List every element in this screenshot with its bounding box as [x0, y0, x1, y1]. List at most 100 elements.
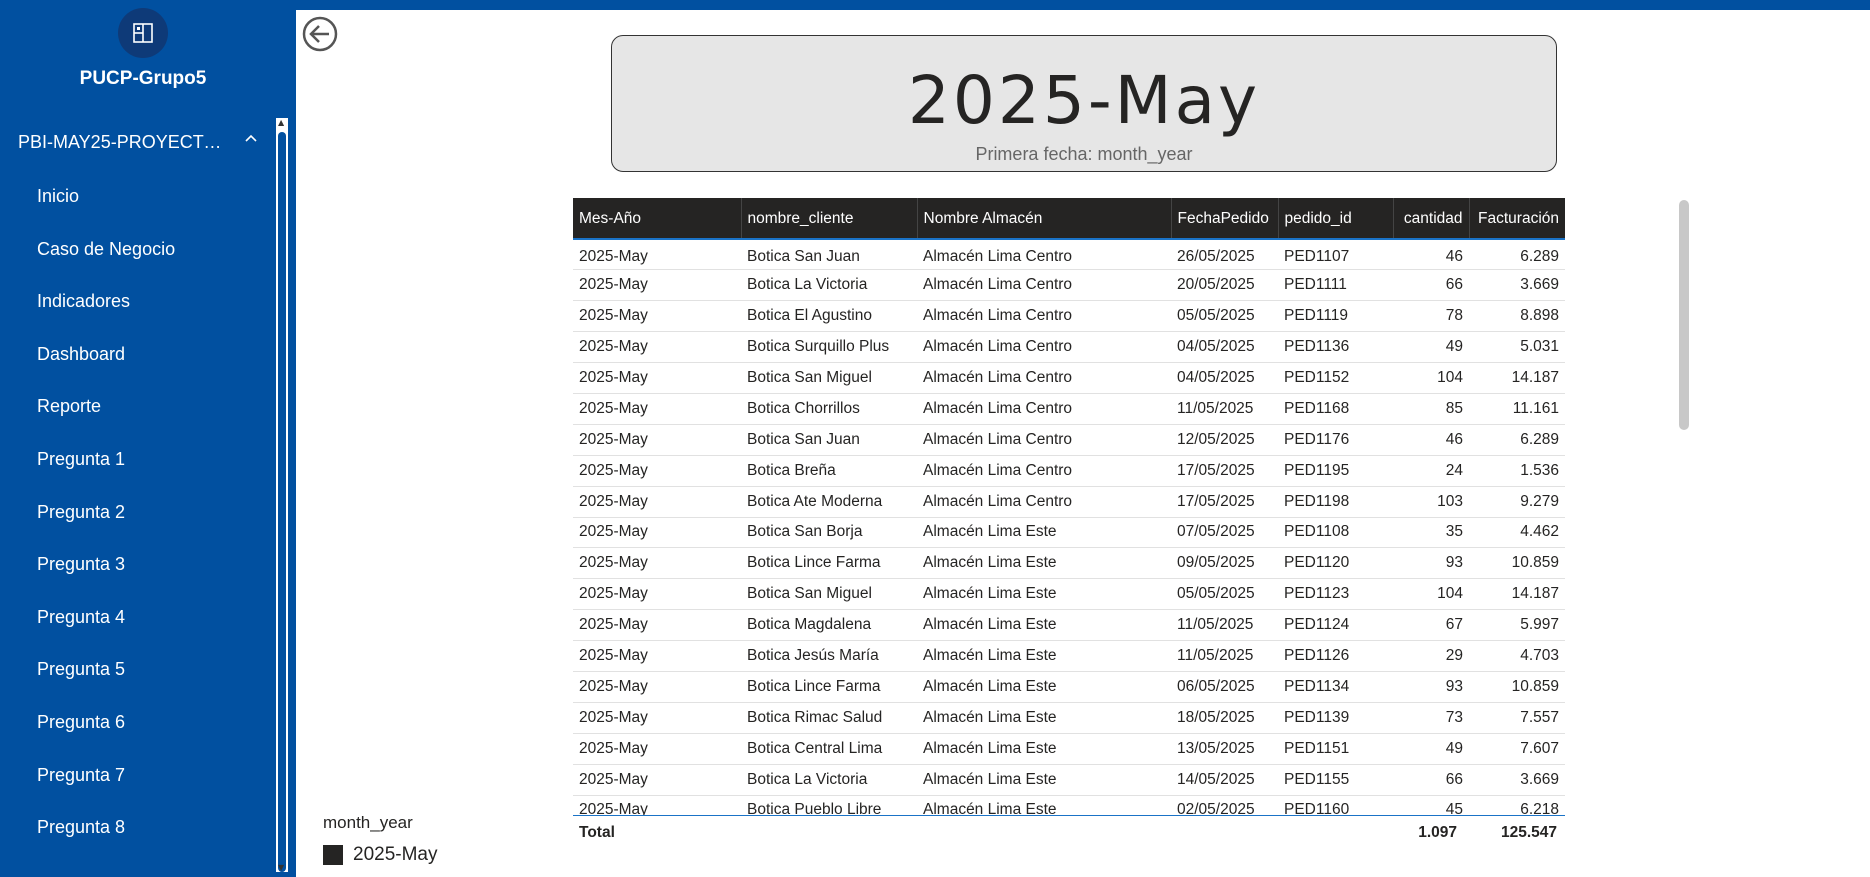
sidebar-item-pregunta-5[interactable]: Pregunta 5: [0, 643, 276, 696]
table-cell: Botica Magdalena: [747, 616, 872, 634]
sidebar-item-caso-de-negocio[interactable]: Caso de Negocio: [0, 223, 276, 276]
table-cell: 7.557: [1520, 708, 1559, 726]
column-header[interactable]: cantidad: [1393, 198, 1470, 239]
back-arrow-icon[interactable]: [302, 16, 338, 52]
chevron-up-icon[interactable]: [244, 131, 258, 147]
table-cell: 14.187: [1511, 585, 1559, 603]
sidebar-scrollbar[interactable]: ▲ ▼: [276, 118, 288, 872]
table-row[interactable]: 2025-May Botica Central Lima Almacén Lima …: [573, 733, 1565, 765]
table-cell: 46: [1445, 430, 1463, 448]
table-cell: 2025-May: [579, 248, 648, 266]
sidebar-item-pregunta-3[interactable]: Pregunta 3: [0, 538, 276, 591]
table-cell: 26/05/2025: [1177, 248, 1255, 266]
workspace-icon[interactable]: [118, 8, 168, 58]
table-cell: PED1111: [1284, 276, 1347, 294]
table-cell: 2025-May: [579, 307, 648, 325]
table-cell: Almacén Lima Este: [923, 554, 1057, 572]
table-cell: 04/05/2025: [1177, 369, 1255, 386]
total-label: Total: [579, 824, 615, 841]
table-cell: PED1198: [1284, 492, 1350, 510]
table-row[interactable]: 2025-May Botica Lince Farma Almacén Lima E…: [573, 671, 1565, 703]
sidebar-item-pregunta-4[interactable]: Pregunta 4: [0, 591, 276, 644]
table-scrollbar[interactable]: [1679, 200, 1689, 430]
table-cell: 3.669: [1520, 276, 1559, 294]
table-cell: PED1155: [1284, 770, 1350, 788]
table-row[interactable]: 2025-May Botica El Agustino Almacén Lima C…: [573, 301, 1565, 332]
table-row[interactable]: 2025-May Botica Chorrillos Almacén Lima Ce…: [573, 393, 1565, 425]
table-row[interactable]: 2025-May Botica La Victoria Almacén Lima C…: [573, 270, 1565, 301]
table-row[interactable]: 2025-May Botica Rimac Salud Almacén Lima E…: [573, 702, 1565, 734]
scroll-down-icon[interactable]: ▼: [278, 863, 284, 872]
table-cell: Almacén Lima Centro: [923, 276, 1073, 294]
sidebar-item-pregunta-7[interactable]: Pregunta 7: [0, 749, 276, 802]
table-cell: 104: [1437, 369, 1463, 386]
table-cell: Almacén Lima Este: [923, 739, 1057, 757]
table-cell: 2025-May: [579, 770, 648, 788]
table-cell: PED1107: [1284, 248, 1350, 266]
table-row[interactable]: 2025-May Botica Surquillo Plus Almacén Lim…: [573, 332, 1565, 363]
table-cell: 2025-May: [579, 616, 648, 634]
table-row[interactable]: 2025-May Botica Lince Farma Almacén Lima E…: [573, 548, 1565, 579]
table-cell: 6.289: [1520, 430, 1559, 448]
table-cell: 2025-May: [579, 554, 648, 572]
table-cell: Almacén Lima Este: [923, 647, 1057, 665]
column-header[interactable]: Mes-Año: [573, 198, 742, 239]
sidebar-item-pregunta-2[interactable]: Pregunta 2: [0, 486, 276, 539]
table-cell: PED1123: [1284, 585, 1350, 603]
app-title[interactable]: PBI-MAY25-PROYECTO-FINAL: [18, 132, 230, 153]
column-header[interactable]: FechaPedido: [1171, 198, 1279, 239]
scroll-up-icon[interactable]: ▲: [278, 118, 284, 127]
table-cell: 2025-May: [579, 276, 648, 294]
table-cell: 17/05/2025: [1177, 492, 1255, 510]
table-cell: PED1168: [1284, 399, 1350, 417]
table-cell: 09/05/2025: [1177, 554, 1255, 572]
card-value: 2025-May: [907, 62, 1261, 139]
sidebar-item-reporte[interactable]: Reporte: [0, 380, 276, 433]
sidebar-item-pregunta-6[interactable]: Pregunta 6: [0, 696, 276, 749]
table-row[interactable]: 2025-May Botica San Juan Almacén Lima Cent…: [573, 239, 1565, 270]
data-table: Mes-Año nombre_cliente Nombre Almacén Fe…: [573, 198, 1565, 818]
table-row[interactable]: 2025-May Botica La Victoria Almacén Lima E…: [573, 764, 1565, 796]
sidebar-scroll-thumb[interactable]: [278, 132, 286, 872]
table-row[interactable]: 2025-May Botica Breña Almacén Lima Centro 1…: [573, 455, 1565, 487]
table-cell: PED1126: [1284, 647, 1350, 665]
table-cell: 103: [1437, 492, 1463, 510]
kpi-card: 2025-May Primera fecha: month_year: [611, 35, 1557, 172]
table-row[interactable]: 2025-May Botica Jesús María Almacén Lima E…: [573, 641, 1565, 672]
sidebar-item-pregunta-1[interactable]: Pregunta 1: [0, 433, 276, 486]
table-cell: 35: [1445, 523, 1463, 541]
table-cell: PED1124: [1284, 616, 1350, 634]
table-cell: Almacén Lima Centro: [923, 430, 1073, 448]
table-row[interactable]: 2025-May Botica San Borja Almacén Lima Est…: [573, 517, 1565, 548]
table-row[interactable]: 2025-May Botica San Miguel Almacén Lima Es…: [573, 579, 1565, 610]
sidebar-item-pregunta-8[interactable]: Pregunta 8: [0, 801, 276, 854]
table-cell: 17/05/2025: [1177, 461, 1255, 479]
table-cell: 93: [1445, 677, 1463, 695]
column-header[interactable]: pedido_id: [1278, 198, 1394, 239]
table-cell: 93: [1445, 554, 1463, 572]
column-header[interactable]: nombre_cliente: [741, 198, 918, 239]
table-cell: 46: [1445, 248, 1463, 266]
sidebar-item-dashboard[interactable]: Dashboard: [0, 328, 276, 381]
sidebar-item-inicio[interactable]: Inicio: [0, 170, 276, 223]
table-row[interactable]: 2025-May Botica San Juan Almacén Lima Cent…: [573, 424, 1565, 456]
table-cell: PED1139: [1284, 708, 1350, 726]
table-cell: PED1152: [1284, 369, 1350, 386]
table-header-row: Mes-Año nombre_cliente Nombre Almacén Fe…: [573, 198, 1565, 239]
table-cell: Botica Surquillo Plus: [747, 338, 890, 356]
sidebar-item-indicadores[interactable]: Indicadores: [0, 275, 276, 328]
table-cell: Botica Lince Farma: [747, 554, 881, 572]
table-cell: Almacén Lima Este: [923, 585, 1057, 603]
legend-item[interactable]: 2025-May: [323, 844, 438, 866]
table-cell: PED1176: [1284, 430, 1350, 448]
table-cell: 11/05/2025: [1177, 399, 1254, 417]
table-row[interactable]: 2025-May Botica Ate Moderna Almacén Lima C…: [573, 486, 1565, 518]
table-cell: Botica Rimac Salud: [747, 708, 883, 726]
legend-swatch: [323, 845, 343, 865]
column-header[interactable]: Nombre Almacén: [917, 198, 1172, 239]
table-row[interactable]: 2025-May Botica Magdalena Almacén Lima Est…: [573, 610, 1565, 641]
table-cell: 2025-May: [579, 585, 648, 603]
table-row[interactable]: 2025-May Botica San Miguel Almacén Lima Ce…: [573, 363, 1565, 394]
column-header[interactable]: Facturación: [1469, 198, 1565, 239]
table-cell: 14/05/2025: [1177, 770, 1255, 788]
